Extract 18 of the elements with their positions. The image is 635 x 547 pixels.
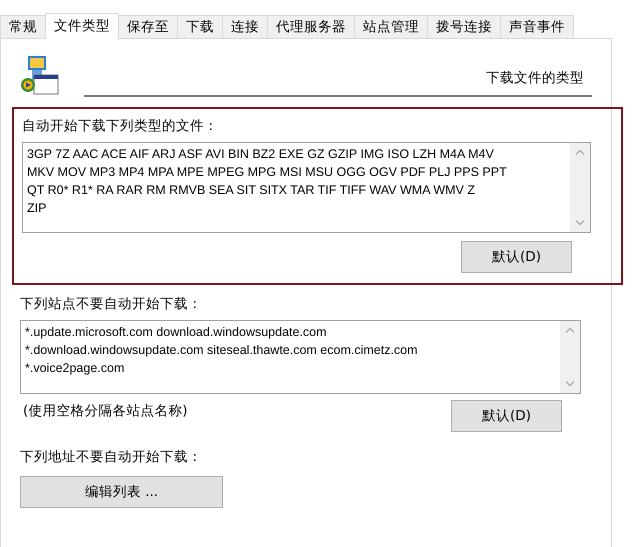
tab[interactable]: 声音事件	[500, 15, 574, 38]
tab[interactable]: 拨号连接	[427, 15, 501, 38]
section-label: 自动开始下载下列类型的文件：	[22, 117, 219, 135]
tab[interactable]: 代理服务器	[267, 15, 355, 38]
edit-list-button[interactable]: 编辑列表 ...	[20, 476, 223, 508]
default-button[interactable]: 默认(D)	[461, 241, 572, 273]
tab[interactable]: 保存至	[118, 15, 178, 38]
section-label: 下列地址不要自动开始下载：	[20, 448, 203, 466]
tab[interactable]: 连接	[222, 15, 268, 38]
tab[interactable]: 文件类型	[45, 13, 119, 39]
tab[interactable]: 下载	[177, 15, 223, 38]
default-button[interactable]: 默认(D)	[451, 400, 562, 432]
computer-window-icon	[18, 55, 60, 97]
section-label: 下列站点不要自动开始下载：	[20, 295, 203, 313]
hint-text: (使用空格分隔各站点名称)	[22, 402, 188, 420]
tab[interactable]: 站点管理	[354, 15, 428, 38]
tab[interactable]: 常规	[0, 15, 46, 38]
page-title: 下载文件的类型	[486, 70, 584, 86]
